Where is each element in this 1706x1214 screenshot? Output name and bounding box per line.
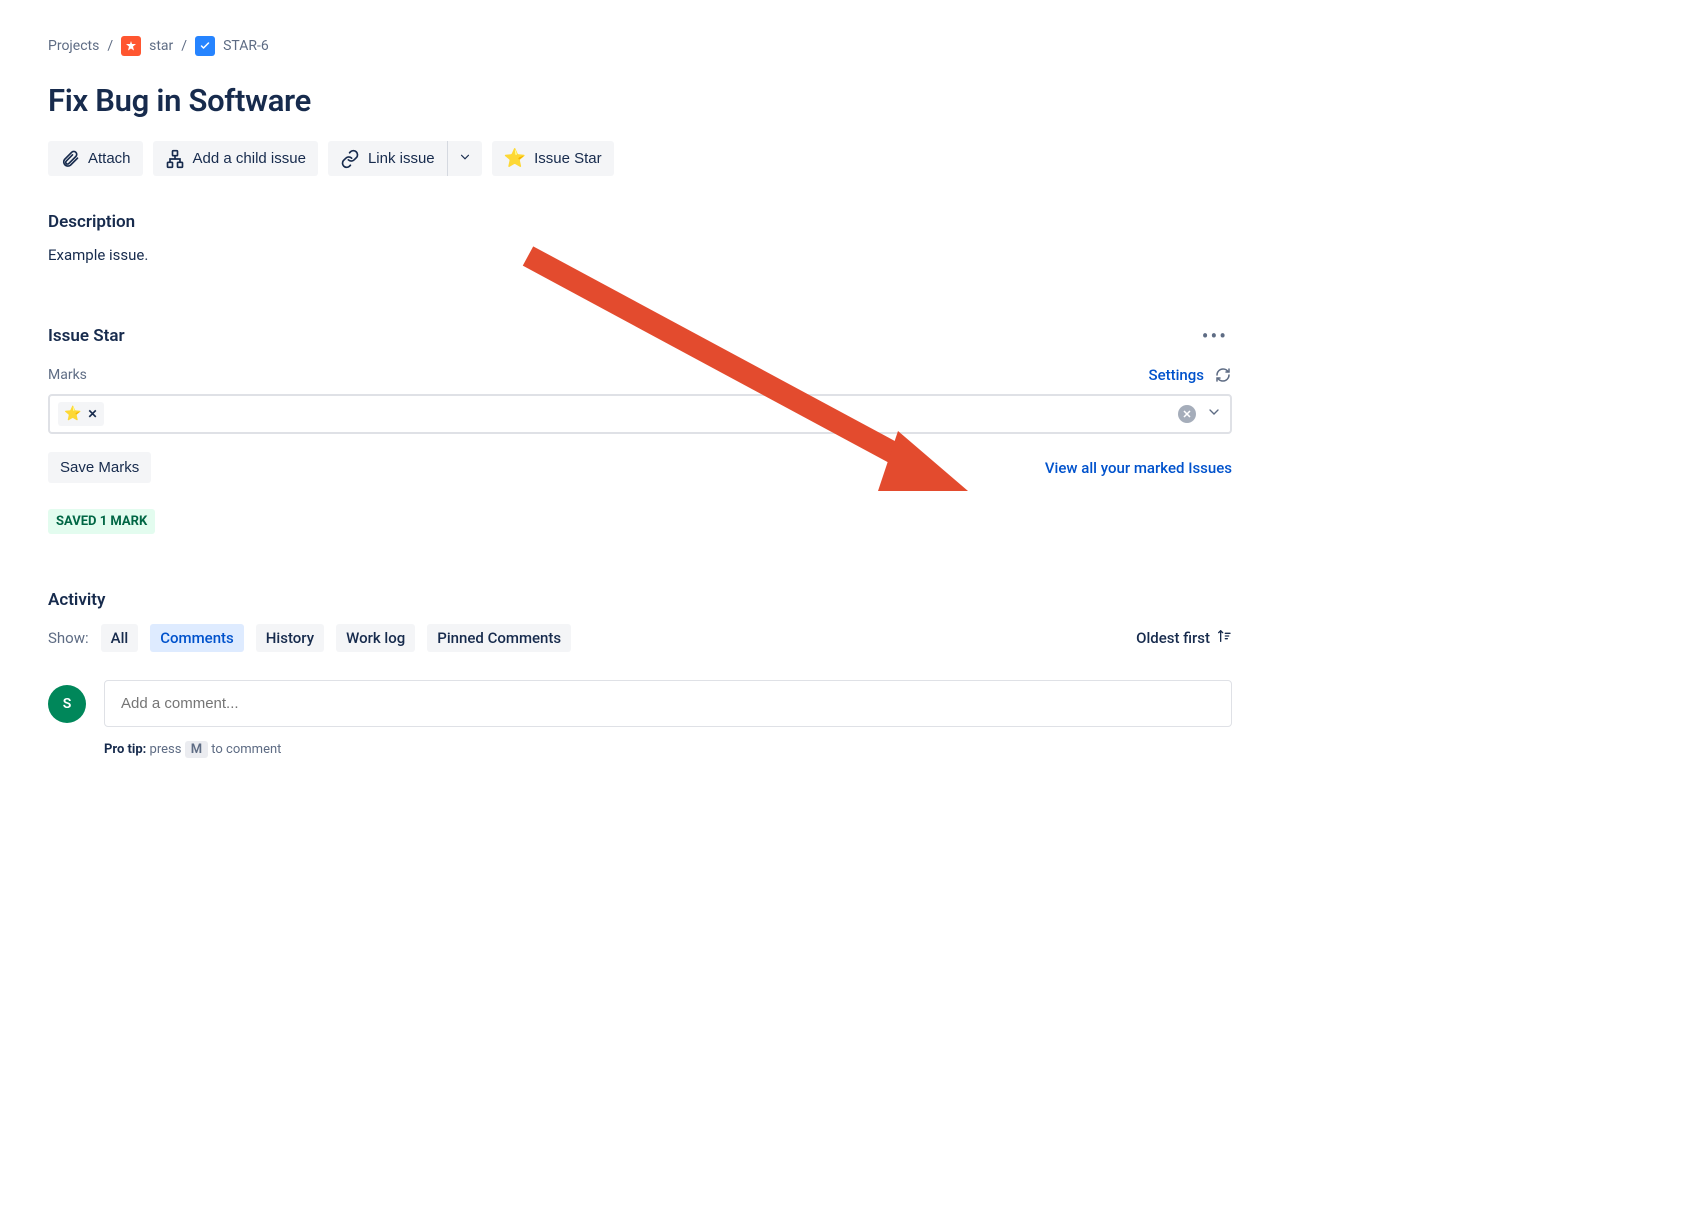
pro-tip-prefix: Pro tip:	[104, 742, 146, 757]
chevron-down-icon[interactable]	[1206, 404, 1222, 424]
saved-badge: SAVED 1 MARK	[48, 509, 155, 534]
breadcrumb-separator: /	[107, 38, 113, 54]
add-child-button[interactable]: Add a child issue	[153, 141, 318, 176]
tab-comments[interactable]: Comments	[150, 624, 244, 652]
save-marks-label: Save Marks	[60, 459, 139, 476]
key-m: M	[185, 741, 208, 758]
attach-icon	[60, 149, 80, 169]
issue-star-button[interactable]: ⭐ Issue Star	[492, 141, 614, 176]
sort-icon	[1216, 628, 1232, 648]
panel-more-icon[interactable]: •••	[1198, 320, 1232, 352]
comment-input[interactable]	[104, 680, 1232, 727]
breadcrumb-projects[interactable]: Projects	[48, 38, 99, 54]
link-issue-button[interactable]: Link issue	[328, 141, 447, 176]
settings-link[interactable]: Settings	[1148, 366, 1204, 384]
link-issue-dropdown[interactable]	[447, 141, 482, 176]
sort-label: Oldest first	[1136, 629, 1210, 647]
link-issue-label: Link issue	[368, 150, 435, 167]
pro-tip-text-a: press	[146, 742, 184, 757]
issue-star-heading: Issue Star	[48, 326, 125, 346]
avatar: S	[48, 685, 86, 723]
attach-button[interactable]: Attach	[48, 141, 143, 176]
marks-label: Marks	[48, 367, 87, 383]
save-marks-button[interactable]: Save Marks	[48, 452, 151, 483]
link-issue-group: Link issue	[328, 141, 482, 176]
chevron-down-icon	[458, 150, 472, 168]
add-child-label: Add a child issue	[193, 150, 306, 167]
marks-select[interactable]: ⭐ ✕ ✕	[48, 394, 1232, 434]
issue-type-icon	[195, 36, 215, 56]
show-label: Show:	[48, 629, 89, 647]
breadcrumb-issue[interactable]: STAR-6	[223, 38, 269, 54]
mark-chip: ⭐ ✕	[58, 402, 104, 426]
tab-pinned[interactable]: Pinned Comments	[427, 624, 571, 652]
star-icon: ⭐	[504, 148, 526, 169]
pro-tip: Pro tip: press M to comment	[104, 741, 1232, 758]
clear-all-icon[interactable]: ✕	[1178, 405, 1196, 423]
attach-label: Attach	[88, 150, 131, 167]
tab-history[interactable]: History	[256, 624, 324, 652]
chip-remove-icon[interactable]: ✕	[87, 407, 97, 421]
action-bar: Attach Add a child issue Link issue ⭐	[48, 141, 1232, 176]
activity-heading: Activity	[48, 590, 1232, 610]
project-icon	[121, 36, 141, 56]
pro-tip-text-b: to comment	[208, 742, 281, 757]
sort-button[interactable]: Oldest first	[1136, 628, 1232, 648]
view-all-marked-link[interactable]: View all your marked Issues	[1045, 459, 1232, 477]
breadcrumb-separator: /	[181, 38, 187, 54]
breadcrumb: Projects / star / STAR-6	[48, 36, 1232, 56]
refresh-icon[interactable]	[1214, 366, 1232, 384]
description-heading: Description	[48, 212, 1232, 232]
hierarchy-icon	[165, 149, 185, 169]
issue-star-label: Issue Star	[534, 150, 602, 167]
star-icon: ⭐	[64, 406, 81, 422]
tab-worklog[interactable]: Work log	[336, 624, 415, 652]
page-title[interactable]: Fix Bug in Software	[48, 82, 1232, 119]
tab-all[interactable]: All	[101, 624, 139, 652]
breadcrumb-project[interactable]: star	[149, 38, 173, 54]
description-body[interactable]: Example issue.	[48, 246, 1232, 264]
link-icon	[340, 149, 360, 169]
